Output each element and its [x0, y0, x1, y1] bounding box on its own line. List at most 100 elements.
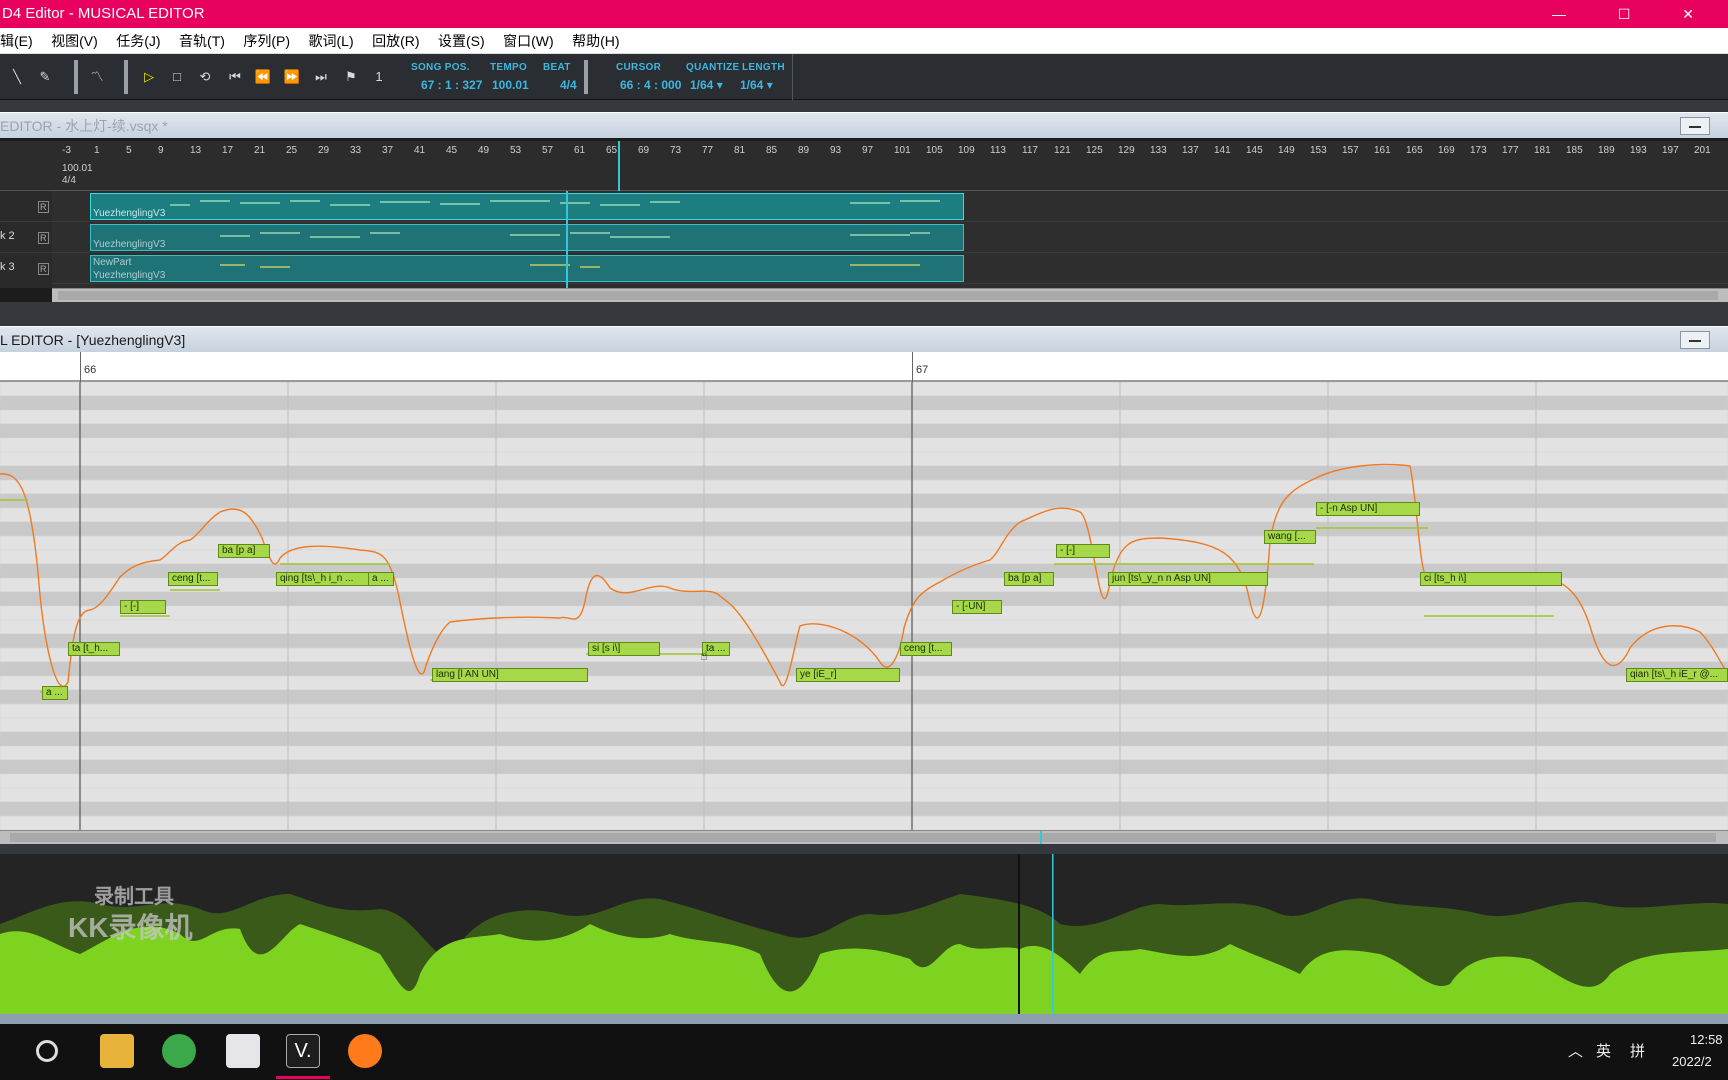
browser-icon[interactable] — [162, 1034, 196, 1068]
window-title: D4 Editor - MUSICAL EDITOR — [2, 5, 205, 22]
menu-settings[interactable]: 设置(S) — [438, 28, 485, 54]
toolbar: ╲ ✎ 〽 ▷ □ ⟲ ⏮ ⏪ ⏩ ⏭ ⚑ 1 SONG POS. 67 : 1… — [0, 54, 1728, 100]
note[interactable]: a ... — [368, 572, 394, 586]
note[interactable]: ta [t_h... — [68, 642, 120, 656]
menu-window[interactable]: 窗口(W) — [503, 28, 554, 54]
note[interactable]: ceng [t... — [168, 572, 218, 586]
window-controls[interactable]: — ☐ ✕ — [1552, 0, 1718, 28]
tempo-value[interactable]: 100.01 — [492, 78, 529, 92]
length-select[interactable]: 1/64 ▾ — [740, 78, 773, 92]
ruler-tick: 101 — [894, 145, 911, 156]
ruler-tick: 17 — [222, 145, 234, 156]
recorder-app-icon[interactable] — [348, 1034, 382, 1068]
track-ruler[interactable]: -3 1 5 9 13 17 21 25 29 33 37 41 45 49 53 57 61 65 69 73 77 8… — [52, 141, 1728, 191]
track-header-3[interactable]: k 3 R — [0, 253, 52, 284]
note[interactable]: jun [ts\_y_n n Asp UN] — [1108, 572, 1268, 586]
track-area[interactable]: YuezhenglingV3 YuezhenglingV3 NewPart Yu… — [52, 191, 1728, 288]
measure-ruler[interactable]: 66 67 — [0, 352, 1728, 382]
r-button[interactable]: R — [38, 201, 49, 213]
note[interactable]: qian [ts\_h iE_r @... — [1626, 668, 1728, 682]
scroll-thumb[interactable] — [10, 833, 1716, 842]
ruler-tick: 93 — [830, 145, 842, 156]
note[interactable]: - [-n Asp UN] — [1316, 502, 1420, 516]
rewind-icon[interactable]: ⏪ — [252, 66, 274, 88]
track-header-2[interactable]: k 2 R — [0, 222, 52, 253]
title-bar: D4 Editor - MUSICAL EDITOR — ☐ ✕ — [0, 0, 1728, 28]
stop-icon[interactable]: □ — [166, 66, 188, 88]
track-hscrollbar[interactable] — [52, 288, 1728, 302]
go-end-icon[interactable]: ⏭ — [310, 66, 332, 88]
line-tool-icon[interactable]: ╲ — [6, 66, 28, 88]
cortana-icon[interactable] — [36, 1040, 58, 1062]
minimize-button[interactable] — [1680, 117, 1710, 135]
toolbar-separator — [584, 60, 588, 94]
fast-forward-icon[interactable]: ⏩ — [281, 66, 303, 88]
r-button[interactable]: R — [38, 232, 49, 244]
note[interactable]: si [s i\] — [588, 642, 660, 656]
file-explorer-icon[interactable] — [100, 1034, 134, 1068]
ruler-tick: 153 — [1310, 145, 1327, 156]
menu-view[interactable]: 视图(V) — [51, 28, 98, 54]
ruler-tick: 81 — [734, 145, 746, 156]
note[interactable]: ye [iE_r] — [796, 668, 900, 682]
playhead[interactable] — [618, 141, 620, 191]
loop-icon[interactable]: ⟲ — [194, 66, 216, 88]
note[interactable]: - [-UN] — [952, 600, 1002, 614]
menu-lyrics[interactable]: 歌词(L) — [309, 28, 354, 54]
scroll-thumb[interactable] — [58, 291, 1718, 300]
marker-icon[interactable]: ⚑ — [340, 66, 362, 88]
part-note-preview — [170, 200, 940, 268]
note[interactable]: wang [... — [1264, 530, 1316, 544]
dynamics-panel[interactable]: 录制工具 KK录像机 — [0, 854, 1728, 1014]
note[interactable]: lang [l AN UN] — [432, 668, 588, 682]
note[interactable]: ci [ts_h i\] — [1420, 572, 1562, 586]
go-start-icon[interactable]: ⏮ — [224, 66, 246, 88]
clock-time[interactable]: 12:58 — [1690, 1032, 1723, 1047]
tray-chevron-icon[interactable]: ︿ — [1568, 1040, 1583, 1061]
note[interactable]: qing [ts\_h i_n ... — [276, 572, 380, 586]
ruler-tick: 161 — [1374, 145, 1391, 156]
clock-date[interactable]: 2022/2 — [1672, 1054, 1712, 1069]
note[interactable]: ba [p a] — [218, 544, 270, 558]
menu-track[interactable]: 音轨(T) — [179, 28, 225, 54]
track-label: k 3 — [0, 261, 15, 273]
note[interactable]: ba [p a] — [1004, 572, 1054, 586]
quantize-select[interactable]: 1/64 ▾ — [690, 78, 723, 92]
menu-edit[interactable]: 辑(E) — [0, 28, 33, 54]
ruler-tick: 33 — [350, 145, 362, 156]
quantize-label: QUANTIZE — [686, 62, 740, 73]
ruler-tick: 1 — [94, 145, 100, 156]
note[interactable]: a ... — [42, 686, 68, 700]
ruler-tick: 29 — [318, 145, 330, 156]
avatar-app-icon[interactable] — [226, 1034, 260, 1068]
menu-part[interactable]: 序列(P) — [243, 28, 290, 54]
ruler-tick: 137 — [1182, 145, 1199, 156]
piano-roll[interactable]: a ... ta [t_h... - [-] ceng [t... ba [p a] qi… — [0, 382, 1728, 830]
track-number-icon[interactable]: 1 — [368, 66, 390, 88]
vocaloid-app-icon[interactable]: V. — [286, 1034, 320, 1068]
length-label: LENGTH — [742, 62, 785, 73]
ruler-tick: 77 — [702, 145, 714, 156]
ime-language[interactable]: 英 — [1596, 1040, 1611, 1061]
r-button[interactable]: R — [38, 263, 49, 275]
note[interactable]: ceng [t... — [900, 642, 952, 656]
ruler-tick: 73 — [670, 145, 682, 156]
eraser-tool-icon[interactable]: ✎ — [34, 66, 56, 88]
piano-roll-hscrollbar[interactable] — [0, 830, 1728, 845]
ime-mode[interactable]: 拼 — [1630, 1040, 1645, 1061]
menu-help[interactable]: 帮助(H) — [572, 28, 619, 54]
ruler-tick: 57 — [542, 145, 554, 156]
ruler-tick: 37 — [382, 145, 394, 156]
note[interactable]: - [-] — [120, 600, 166, 614]
track-header-1[interactable]: R — [0, 191, 52, 222]
ruler-tick: 89 — [798, 145, 810, 156]
pitch-curve-icon[interactable]: 〽 — [86, 66, 108, 88]
note[interactable]: - [-] — [1056, 544, 1110, 558]
ruler-tick: 65 — [606, 145, 618, 156]
mouse-cursor-icon: ☝ — [700, 648, 708, 663]
play-icon[interactable]: ▷ — [138, 66, 160, 88]
beat-value[interactable]: 4/4 — [560, 78, 577, 92]
menu-job[interactable]: 任务(J) — [116, 28, 160, 54]
menu-playback[interactable]: 回放(R) — [372, 28, 419, 54]
minimize-button[interactable] — [1680, 331, 1710, 349]
